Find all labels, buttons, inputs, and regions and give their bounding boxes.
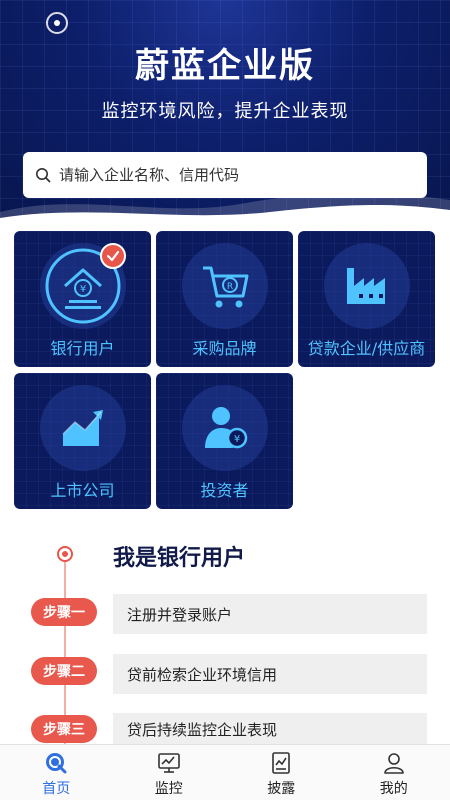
category-loan-suppliers[interactable]: 贷款企业/供应商 xyxy=(298,231,435,367)
category-listed-companies[interactable]: 上市公司 xyxy=(14,373,151,509)
tab-disclosure[interactable]: 披露 xyxy=(225,745,338,800)
monitor-icon xyxy=(157,753,180,773)
category-bank-users[interactable]: ¥ 银行用户 xyxy=(14,231,151,367)
search-bar[interactable] xyxy=(23,152,427,198)
app-subtitle: 监控环境风险，提升企业表现 xyxy=(101,101,349,122)
tab-monitor[interactable]: 监控 xyxy=(113,745,226,800)
app-title: 蔚蓝企业版 xyxy=(135,46,315,86)
category-label: 银行用户 xyxy=(50,339,115,358)
step-text: 注册并登录账户 xyxy=(113,594,427,634)
timeline-dot-icon xyxy=(57,546,73,562)
hero-banner: 蔚蓝企业版 监控环境风险，提升企业表现 xyxy=(0,0,450,222)
tab-label: 首页 xyxy=(42,781,71,797)
tab-label: 监控 xyxy=(154,781,183,797)
step-text: 贷前检索企业环境信用 xyxy=(113,654,427,694)
tab-label: 披露 xyxy=(267,781,296,797)
category-label: 上市公司 xyxy=(50,481,115,500)
step-badge: 步骤二 xyxy=(31,657,97,685)
category-label: 投资者 xyxy=(200,481,249,500)
home-search-icon xyxy=(46,753,67,774)
category-investors[interactable]: ¥ 投资者 xyxy=(156,373,293,509)
search-icon xyxy=(36,168,51,183)
tab-home[interactable]: 首页 xyxy=(0,745,113,800)
disclosure-icon xyxy=(272,752,291,774)
tab-profile[interactable]: 我的 xyxy=(338,745,450,800)
svg-text:R: R xyxy=(227,282,233,292)
svg-text:¥: ¥ xyxy=(234,434,240,445)
factory-icon xyxy=(324,243,410,329)
category-label: 贷款企业/供应商 xyxy=(307,339,426,358)
selected-check-icon xyxy=(100,243,126,269)
category-purchasing-brands[interactable]: R 采购品牌 xyxy=(156,231,293,367)
profile-icon xyxy=(383,753,404,774)
stock-chart-icon xyxy=(40,385,126,471)
investor-icon: ¥ xyxy=(182,385,268,471)
tab-label: 我的 xyxy=(379,781,408,797)
step-text: 贷后持续监控企业表现 xyxy=(113,713,427,745)
shopping-cart-icon: R xyxy=(182,243,268,329)
search-input[interactable] xyxy=(59,166,419,184)
svg-text:¥: ¥ xyxy=(80,284,86,295)
ring-decoration xyxy=(46,12,68,34)
bottom-tab-bar: 首页 监控 披露 我的 xyxy=(0,744,450,800)
steps-title: 我是银行用户 xyxy=(113,546,246,571)
category-label: 采购品牌 xyxy=(192,339,257,358)
step-badge: 步骤三 xyxy=(31,715,97,743)
step-badge: 步骤一 xyxy=(31,598,97,626)
